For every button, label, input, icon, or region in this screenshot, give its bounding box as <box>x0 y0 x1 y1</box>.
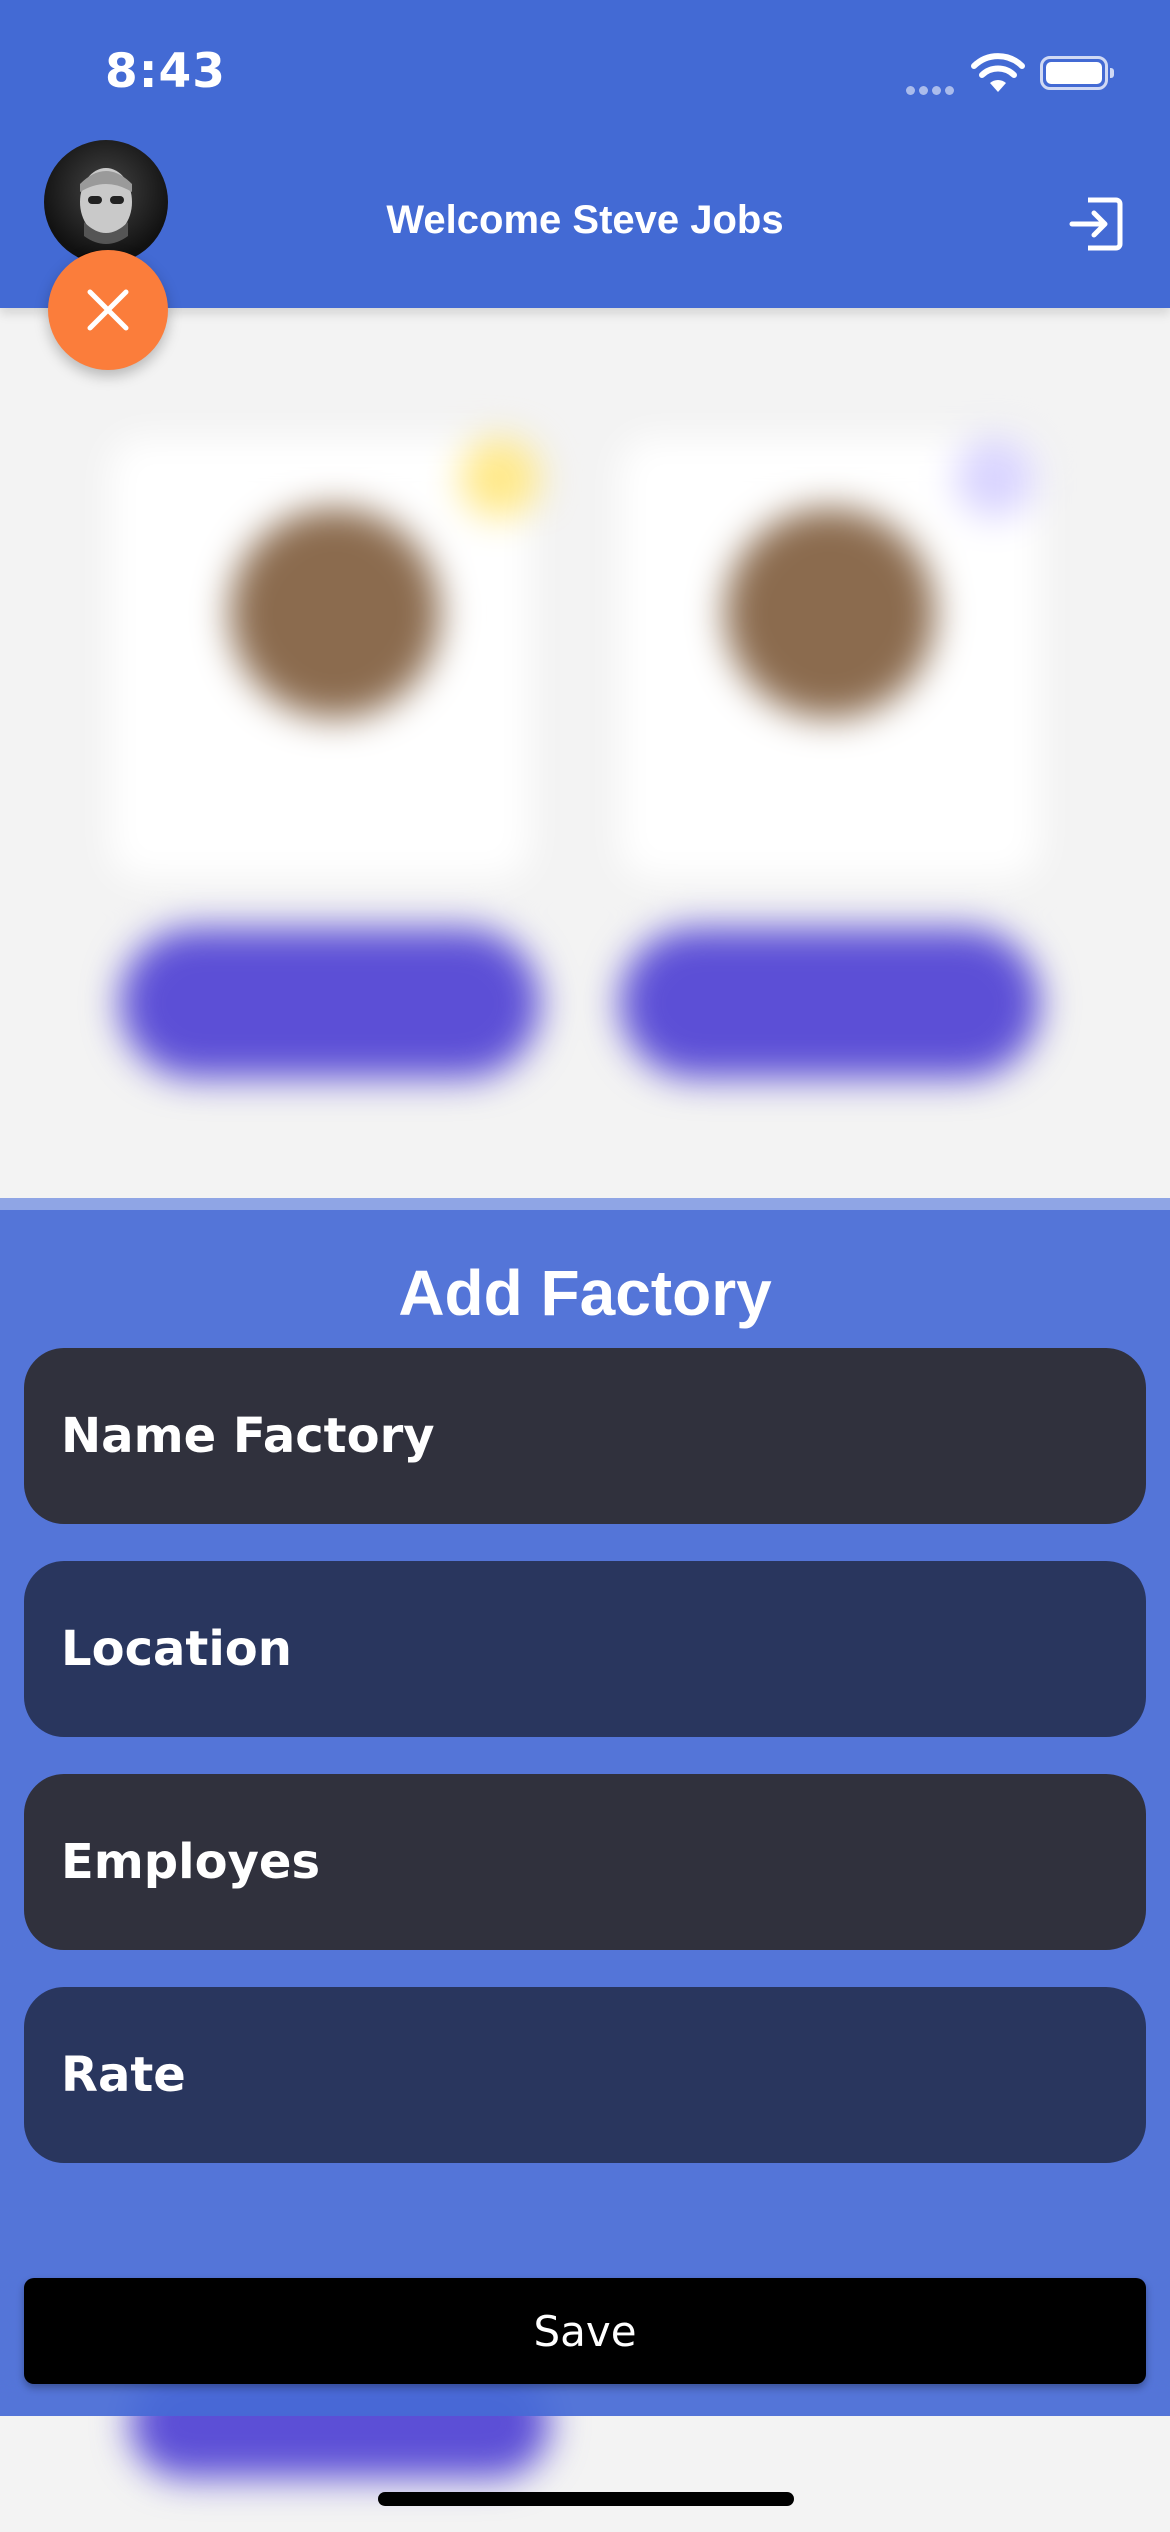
card-button <box>620 928 1040 1078</box>
rate-field[interactable]: Rate <box>24 1987 1146 2163</box>
close-button[interactable] <box>48 250 168 370</box>
location-field[interactable]: Location <box>24 1561 1146 1737</box>
employes-field[interactable]: Employes <box>24 1774 1146 1950</box>
home-indicator[interactable] <box>378 2492 794 2506</box>
app-header: 8:43 Welcome Steve Jobs <box>0 0 1170 308</box>
battery-icon <box>1040 56 1114 90</box>
welcome-title: Welcome Steve Jobs <box>386 198 784 242</box>
name-factory-field[interactable]: Name Factory <box>24 1348 1146 1524</box>
rating-dot <box>460 438 540 518</box>
signal-icon <box>906 82 958 100</box>
field-label: Location <box>61 1621 292 1677</box>
rating-dot <box>955 438 1035 518</box>
field-label: Rate <box>61 2047 186 2103</box>
add-factory-sheet: Add Factory Name Factory Location Employ… <box>0 1198 1170 2416</box>
logout-icon[interactable] <box>1066 194 1126 254</box>
close-icon <box>87 289 129 331</box>
sheet-title: Add Factory <box>398 1257 772 1329</box>
save-button[interactable]: Save <box>24 2278 1146 2384</box>
field-label: Name Factory <box>61 1408 435 1464</box>
factory-card-image <box>725 508 935 718</box>
wifi-icon <box>971 53 1025 92</box>
factory-card-image <box>230 508 440 718</box>
card-button <box>120 928 540 1078</box>
status-time: 8:43 <box>105 44 226 99</box>
field-label: Employes <box>61 1834 321 1890</box>
